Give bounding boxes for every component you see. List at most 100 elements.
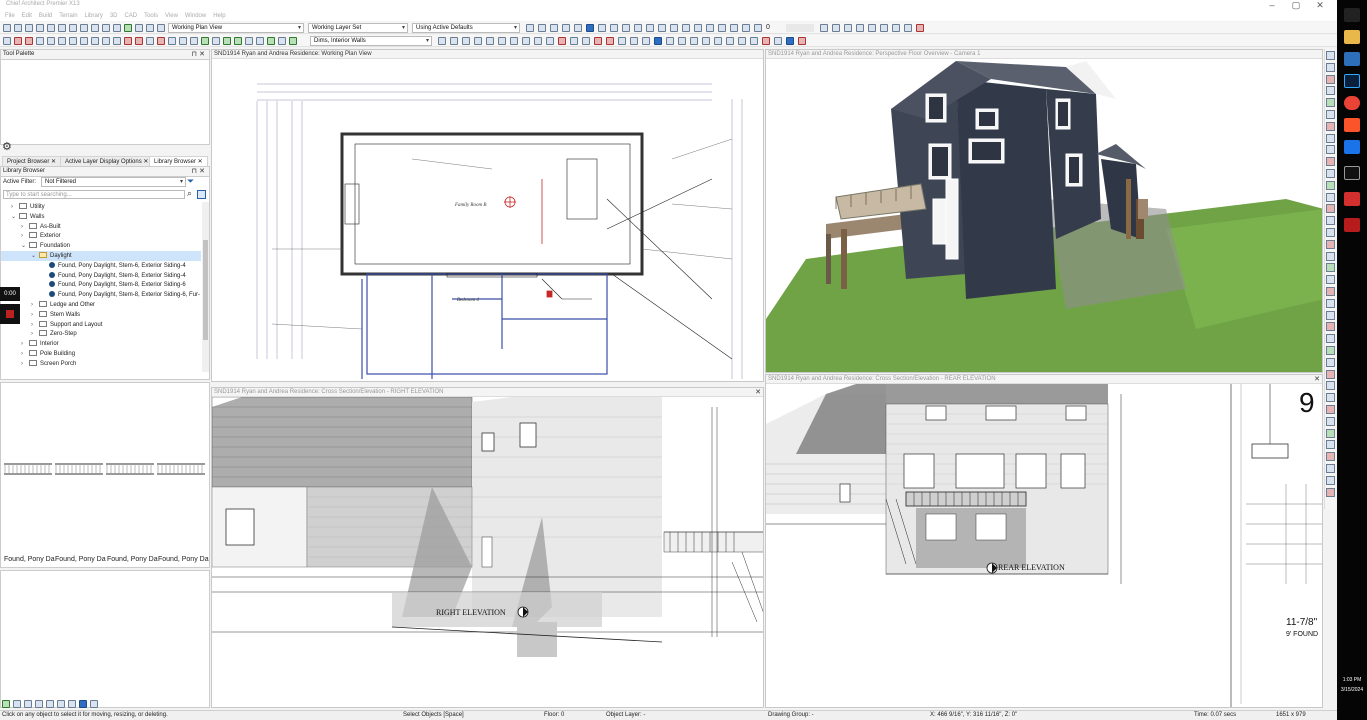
dimension-defaults-dropdown[interactable]: Dims, Interior Walls xyxy=(310,36,432,46)
active-filter-dropdown[interactable]: Not Filtered xyxy=(41,177,186,187)
roof-icon[interactable] xyxy=(598,24,606,32)
vertical-tool-icon[interactable] xyxy=(1326,381,1335,391)
trim-icon[interactable] xyxy=(594,37,602,45)
vertical-tool-icon[interactable] xyxy=(1326,405,1335,414)
select-icon[interactable] xyxy=(91,24,99,32)
vertical-tool-icon[interactable] xyxy=(1326,133,1335,143)
close-panel-icon[interactable]: ✕ xyxy=(199,50,205,59)
fixture-tool-icon[interactable] xyxy=(124,37,132,45)
center-icon[interactable] xyxy=(738,37,746,45)
library-folder[interactable]: › Support and Layout xyxy=(1,320,201,330)
maximize-icon[interactable]: ▢ xyxy=(1286,0,1306,11)
photoshop-icon[interactable] xyxy=(1344,74,1360,88)
pencil-icon[interactable] xyxy=(438,37,446,45)
vertical-tool-icon[interactable] xyxy=(1326,263,1335,273)
library-folder[interactable]: ⌄ Foundation xyxy=(1,241,201,251)
active-defaults-dropdown[interactable]: Using Active Defaults xyxy=(412,23,520,33)
file-explorer-icon[interactable] xyxy=(1344,30,1360,44)
framing-tool-icon[interactable] xyxy=(80,37,88,45)
vertical-tool-icon[interactable] xyxy=(1326,239,1335,249)
start-icon[interactable] xyxy=(1344,8,1360,22)
chrome-icon[interactable] xyxy=(1344,96,1360,110)
stair-tool-icon[interactable] xyxy=(58,37,66,45)
text-tool-icon[interactable] xyxy=(450,37,458,45)
window-tool-icon[interactable] xyxy=(36,37,44,45)
terrain-tool-icon[interactable] xyxy=(190,37,198,45)
vertical-tool-icon[interactable] xyxy=(1326,357,1335,367)
minimize-icon[interactable]: – xyxy=(1262,0,1282,10)
counter-field[interactable] xyxy=(786,24,814,32)
library-item[interactable]: Found, Pony Daylight, Stem-8, Exterior S… xyxy=(1,280,201,290)
layer-icon[interactable] xyxy=(786,37,794,45)
text-style-icon[interactable] xyxy=(462,37,470,45)
expand-arrow-icon[interactable]: › xyxy=(21,231,29,241)
wall-thumbnail[interactable] xyxy=(55,463,103,475)
roof-tool-icon[interactable] xyxy=(69,37,77,45)
close-window-icon[interactable]: ✕ xyxy=(1310,0,1330,11)
vertical-tool-icon[interactable] xyxy=(1326,192,1335,202)
door-tool-icon[interactable] xyxy=(25,37,33,45)
open-icon[interactable] xyxy=(14,24,22,32)
transform-icon[interactable] xyxy=(714,37,722,45)
vertical-tool-icon[interactable] xyxy=(1326,110,1335,119)
break-line-icon[interactable] xyxy=(558,37,566,45)
expand-arrow-icon[interactable]: › xyxy=(31,320,39,330)
library-folder[interactable]: › Interior xyxy=(1,339,201,349)
reverse-icon[interactable] xyxy=(774,37,782,45)
swap-icon[interactable] xyxy=(904,24,912,32)
dimension-tool-icon[interactable] xyxy=(46,700,54,708)
search-options-icon[interactable] xyxy=(197,190,206,199)
align-icon[interactable] xyxy=(642,37,650,45)
framing-icon[interactable] xyxy=(694,24,702,32)
zoom-tool-icon[interactable] xyxy=(68,700,76,708)
expand-arrow-icon[interactable]: › xyxy=(21,349,29,359)
expand-arrow-icon[interactable]: ⌄ xyxy=(11,212,19,222)
library-folder[interactable]: › Stem Walls xyxy=(1,310,201,320)
snap-icon[interactable] xyxy=(574,24,582,32)
right-elevation-window[interactable]: SND1914 Ryan and Andrea Residence: Cross… xyxy=(211,387,764,708)
tree-tool-icon[interactable] xyxy=(289,37,297,45)
zoom-in-icon[interactable] xyxy=(844,24,852,32)
library-item[interactable]: Found, Pony Daylight, Stem-6, Exterior S… xyxy=(1,261,201,271)
library-folder[interactable]: › Zero-Step xyxy=(1,329,201,339)
taskbar-app-icon[interactable] xyxy=(1344,192,1360,206)
electrical-icon[interactable] xyxy=(682,24,690,32)
amazon-icon[interactable] xyxy=(1344,140,1360,154)
fill-window-icon[interactable] xyxy=(868,24,876,32)
window-cascade-icon[interactable] xyxy=(832,24,840,32)
copy-icon[interactable] xyxy=(58,24,66,32)
ruler-icon[interactable] xyxy=(550,24,558,32)
layer-tool-icon[interactable] xyxy=(35,700,43,708)
furniture-tool-icon[interactable] xyxy=(146,37,154,45)
menu-edit[interactable]: Edit xyxy=(22,13,32,19)
wall-thumbnail[interactable] xyxy=(4,463,52,475)
point-to-point-icon[interactable] xyxy=(726,37,734,45)
recorder-icon[interactable] xyxy=(1344,166,1360,180)
expand-arrow-icon[interactable]: › xyxy=(11,202,19,212)
cad-tool-icon[interactable] xyxy=(223,37,231,45)
vertical-tool-icon[interactable] xyxy=(1326,322,1335,332)
terrain-icon[interactable] xyxy=(706,24,714,32)
plant-tool-icon[interactable] xyxy=(201,37,209,45)
menu-build[interactable]: Build xyxy=(39,13,52,19)
close-view-icon[interactable]: ✕ xyxy=(1314,375,1320,384)
camera-icon[interactable] xyxy=(135,24,143,32)
expand-arrow-icon[interactable]: › xyxy=(21,359,29,369)
brave-icon[interactable] xyxy=(1344,118,1360,132)
vertical-tool-icon[interactable] xyxy=(1326,310,1335,320)
fixture-icon[interactable] xyxy=(670,24,678,32)
window-tile-icon[interactable] xyxy=(820,24,828,32)
library-folder[interactable]: › Exterior xyxy=(1,231,201,241)
library-scrollbar[interactable] xyxy=(202,202,209,372)
vertical-tool-icon[interactable] xyxy=(1326,346,1335,355)
spline-draw-icon[interactable] xyxy=(522,37,530,45)
grid-icon[interactable] xyxy=(562,24,570,32)
vertical-tool-icon[interactable] xyxy=(1326,298,1335,308)
stairs-icon[interactable] xyxy=(622,24,630,32)
lock-icon[interactable] xyxy=(798,37,806,45)
appliance-tool-icon[interactable] xyxy=(157,37,165,45)
menu-3d[interactable]: 3D xyxy=(110,13,118,19)
camera-view-icon[interactable] xyxy=(526,24,534,32)
arc-tool-icon[interactable] xyxy=(256,37,264,45)
filter-icon[interactable]: ⏷ xyxy=(187,176,194,187)
